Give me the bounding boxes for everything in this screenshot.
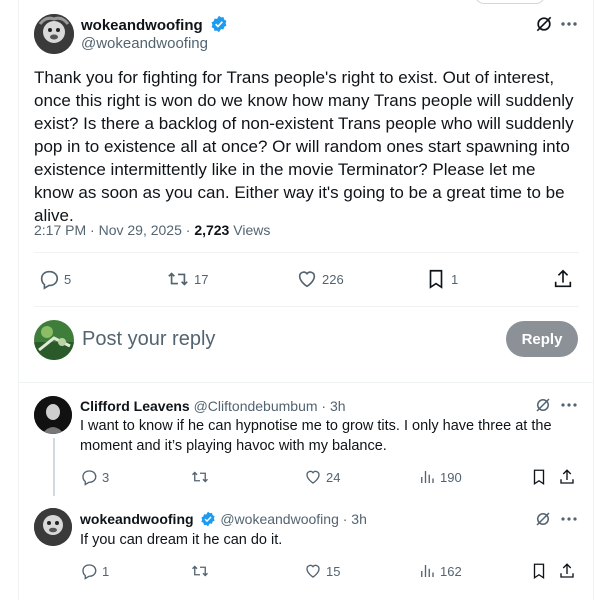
grok-icon[interactable] bbox=[534, 14, 554, 39]
reply-author[interactable]: Clifford Leavens @Cliftondebumbum · 3h bbox=[80, 398, 346, 414]
reply-actions: 1 15 162 bbox=[80, 562, 580, 582]
repost-action[interactable]: 17 bbox=[166, 268, 208, 290]
share-action[interactable] bbox=[558, 562, 576, 580]
top-pill bbox=[475, 0, 545, 4]
like-action[interactable]: 15 bbox=[304, 562, 340, 580]
author-name[interactable]: wokeandwoofing bbox=[81, 15, 228, 37]
post-actions: 5 17 226 1 bbox=[34, 268, 579, 294]
reply-action[interactable]: 1 bbox=[80, 562, 109, 580]
reply-action[interactable]: 5 bbox=[38, 268, 71, 290]
reply-item[interactable]: wokeandwoofing @wokeandwoofing · 3h If y… bbox=[34, 508, 579, 598]
heart-icon bbox=[306, 564, 320, 578]
reply-author-handle[interactable]: @wokeandwoofing · 3h bbox=[216, 511, 367, 527]
bookmark-action[interactable] bbox=[530, 468, 548, 486]
views-icon bbox=[421, 471, 434, 483]
share-action[interactable] bbox=[558, 468, 576, 486]
verified-icon bbox=[210, 15, 228, 37]
share-icon bbox=[560, 563, 574, 578]
reply-count: 1 bbox=[102, 563, 110, 579]
avatar[interactable] bbox=[34, 396, 72, 434]
reply-icon bbox=[82, 564, 97, 580]
divider bbox=[18, 382, 594, 383]
repost-icon bbox=[192, 565, 208, 577]
reply-action[interactable]: 3 bbox=[80, 468, 109, 486]
reply-actions: 3 24 190 bbox=[80, 468, 580, 488]
like-count: 15 bbox=[326, 563, 341, 579]
like-action[interactable]: 226 bbox=[296, 268, 344, 290]
reply-text: I want to know if he can hypnotise me to… bbox=[80, 418, 552, 454]
verified-icon bbox=[200, 511, 216, 530]
like-action[interactable]: 24 bbox=[304, 468, 340, 486]
views-action[interactable]: 162 bbox=[418, 562, 462, 580]
reply-count: 3 bbox=[102, 469, 110, 485]
views-count: 190 bbox=[440, 469, 462, 485]
post-timestamp[interactable]: 2:17 PM · Nov 29, 2025 · bbox=[34, 222, 194, 238]
views-icon bbox=[421, 565, 434, 577]
reply-icon bbox=[82, 470, 97, 486]
reply-composer: Post your reply Reply bbox=[34, 318, 579, 362]
more-icon[interactable] bbox=[560, 14, 578, 39]
like-count: 226 bbox=[322, 271, 344, 287]
repost-count: 17 bbox=[194, 271, 209, 287]
share-action[interactable] bbox=[552, 268, 574, 290]
views-count: 2,723 bbox=[194, 222, 230, 238]
share-icon bbox=[560, 469, 574, 484]
heart-icon bbox=[298, 271, 316, 288]
my-avatar[interactable] bbox=[34, 320, 74, 360]
views-label: Views bbox=[229, 222, 271, 238]
bookmark-icon bbox=[533, 469, 545, 486]
reply-author-name[interactable]: wokeandwoofing bbox=[80, 511, 194, 527]
repost-action[interactable] bbox=[190, 562, 210, 580]
reply-icon bbox=[40, 270, 59, 290]
views-count: 162 bbox=[440, 563, 462, 579]
share-icon bbox=[554, 269, 572, 288]
reply-text: If you can dream it he can do it. bbox=[80, 532, 283, 548]
repost-action[interactable] bbox=[190, 468, 210, 486]
like-count: 24 bbox=[326, 469, 341, 485]
thread-line bbox=[53, 438, 55, 496]
avatar[interactable] bbox=[34, 508, 72, 546]
reply-author-name[interactable]: Clifford Leavens bbox=[80, 398, 190, 414]
repost-icon bbox=[168, 272, 188, 286]
post-meta: 2:17 PM · Nov 29, 2025 · 2,723 Views bbox=[34, 222, 270, 238]
divider bbox=[34, 252, 579, 253]
bookmark-icon bbox=[533, 563, 545, 580]
reply-count: 5 bbox=[64, 271, 72, 287]
views-action[interactable]: 190 bbox=[418, 468, 462, 486]
heart-icon bbox=[306, 470, 320, 484]
author-handle[interactable]: @wokeandwoofing bbox=[81, 35, 208, 52]
reply-button[interactable]: Reply bbox=[506, 321, 578, 357]
reply-author-handle[interactable]: @Cliftondebumbum · 3h bbox=[190, 398, 346, 414]
bookmark-icon bbox=[429, 269, 443, 289]
bookmark-count: 1 bbox=[451, 271, 459, 287]
repost-icon bbox=[192, 471, 208, 483]
reply-author[interactable]: wokeandwoofing @wokeandwoofing · 3h bbox=[80, 511, 367, 530]
reply-input[interactable]: Post your reply bbox=[82, 328, 215, 351]
bookmark-action[interactable] bbox=[530, 562, 548, 580]
avatar[interactable] bbox=[34, 14, 74, 54]
post-text: Thank you for fighting for Trans people'… bbox=[34, 68, 574, 225]
author-name-text[interactable]: wokeandwoofing bbox=[81, 17, 203, 34]
bookmark-action[interactable]: 1 bbox=[425, 268, 458, 290]
divider bbox=[34, 306, 579, 307]
reply-item[interactable]: Clifford Leavens @Cliftondebumbum · 3h I… bbox=[34, 394, 580, 496]
